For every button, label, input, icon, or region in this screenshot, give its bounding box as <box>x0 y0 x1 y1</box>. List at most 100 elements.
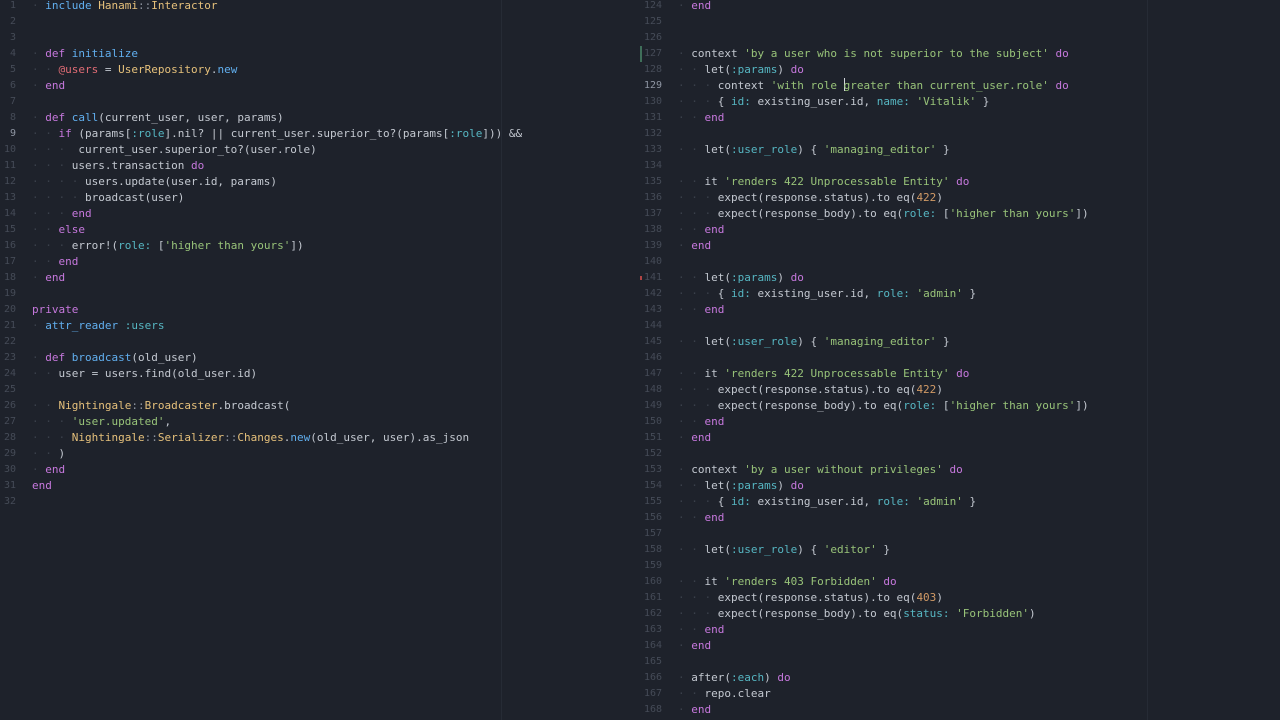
indent-guide: · · · <box>678 79 718 92</box>
code-line[interactable]: 163 · · end <box>640 622 1280 638</box>
code-line[interactable]: 21 · attr_reader :users <box>0 318 640 334</box>
code-line[interactable]: 145 · · let(:user_role) { 'managing_edito… <box>640 334 1280 350</box>
code-text: · · let(:params) do <box>678 270 804 286</box>
code-line[interactable]: 14 · · · end <box>0 206 640 222</box>
code-line[interactable]: 124 · end <box>640 0 1280 14</box>
code-line[interactable]: 128 · · let(:params) do <box>640 62 1280 78</box>
code-line[interactable]: 135 · · it 'renders 422 Unprocessable Ent… <box>640 174 1280 190</box>
code-token: :user_role <box>731 335 798 348</box>
code-line[interactable]: 28 · · · Nightingale::Serializer::Changes… <box>0 430 640 446</box>
code-line[interactable]: 161 · · · expect(response.status).to eq(4… <box>640 590 1280 606</box>
code-line[interactable]: 24 · · user = users.find(old_user.id) <box>0 366 640 382</box>
code-line[interactable]: 7 <box>0 94 640 110</box>
code-line[interactable]: 20 private <box>0 302 640 318</box>
code-text: · · end <box>678 110 724 126</box>
code-line[interactable]: 138 · · end <box>640 222 1280 238</box>
code-line[interactable]: 153 · context 'by a user without privileg… <box>640 462 1280 478</box>
code-line[interactable]: 13 · · · · broadcast(user) <box>0 190 640 206</box>
code-line[interactable]: 137 · · · expect(response_body).to eq(rol… <box>640 206 1280 222</box>
code-line[interactable]: 125 <box>640 14 1280 30</box>
code-line[interactable]: 12 · · · · users.update(user.id, params) <box>0 174 640 190</box>
code-line[interactable]: 158 · · let(:user_role) { 'editor' } <box>640 542 1280 558</box>
code-token: existing_user.id, <box>750 95 877 108</box>
code-line[interactable]: 1 · include Hanami::Interactor <box>0 0 640 14</box>
code-line[interactable]: 141 · · let(:params) do <box>640 270 1280 286</box>
code-line[interactable]: 18 · end <box>0 270 640 286</box>
code-line[interactable]: 131 · · end <box>640 110 1280 126</box>
code-line[interactable]: 166 · after(:each) do <box>640 670 1280 686</box>
code-token: end <box>704 111 725 124</box>
code-line[interactable]: 30 · end <box>0 462 640 478</box>
editor-pane-left[interactable]: 1 · include Hanami::Interactor23 4 · def in… <box>0 0 640 720</box>
code-line[interactable]: 19 <box>0 286 640 302</box>
code-line[interactable]: 129 · · · context 'with role greater than… <box>640 78 1280 94</box>
code-line[interactable]: 157 <box>640 526 1280 542</box>
code-line[interactable]: 27 · · · 'user.updated', <box>0 414 640 430</box>
code-token: expect(response.status).to eq( <box>717 191 917 204</box>
code-line[interactable]: 148 · · · expect(response.status).to eq(4… <box>640 382 1280 398</box>
code-line[interactable]: 9 · · if (params[:role].nil? || current_u… <box>0 126 640 142</box>
code-line[interactable]: 8 · def call(current_user, user, params) <box>0 110 640 126</box>
code-line[interactable]: 10 · · · current_user.superior_to?(user.r… <box>0 142 640 158</box>
line-number: 2 <box>9 16 16 27</box>
code-line[interactable]: 143 · · end <box>640 302 1280 318</box>
code-line[interactable]: 29 · · ) <box>0 446 640 462</box>
code-token: end <box>704 223 725 236</box>
code-line[interactable]: 6 · end <box>0 78 640 94</box>
code-line[interactable]: 4 · def initialize <box>0 46 640 62</box>
code-line[interactable]: 167 · · repo.clear <box>640 686 1280 702</box>
code-line[interactable]: 160 · · it 'renders 403 Forbidden' do <box>640 574 1280 590</box>
code-line[interactable]: 26 · · Nightingale::Broadcaster.broadcast… <box>0 398 640 414</box>
code-line[interactable]: 149 · · · expect(response_body).to eq(rol… <box>640 398 1280 414</box>
code-line[interactable]: 132 <box>640 126 1280 142</box>
code-line[interactable]: 11 · · · users.transaction do <box>0 158 640 174</box>
code-line[interactable]: 147 · · it 'renders 422 Unprocessable Ent… <box>640 366 1280 382</box>
indent-guide: · · <box>32 399 59 412</box>
code-line[interactable]: 15 · · else <box>0 222 640 238</box>
code-line[interactable]: 146 <box>640 350 1280 366</box>
code-line[interactable]: 168 · end <box>640 702 1280 718</box>
code-line[interactable]: 155 · · · { id: existing_user.id, role: '… <box>640 494 1280 510</box>
code-text: · · · error!(role: ['higher than yours']… <box>32 238 304 254</box>
code-line[interactable]: 144 <box>640 318 1280 334</box>
code-line[interactable]: 152 <box>640 446 1280 462</box>
code-line[interactable]: 151 · end <box>640 430 1280 446</box>
code-text: · · repo.clear <box>678 686 771 702</box>
editor-pane-right[interactable]: 124 · end 125 126 127 · context 'by a user wh… <box>640 0 1280 720</box>
code-line[interactable]: 156 · · end <box>640 510 1280 526</box>
code-editor[interactable]: 1 · include Hanami::Interactor23 4 · def in… <box>0 0 1280 720</box>
line-number: 31 <box>3 480 16 491</box>
code-line[interactable]: 150 · · end <box>640 414 1280 430</box>
code-line[interactable]: 139 · end <box>640 238 1280 254</box>
code-line[interactable]: 159 <box>640 558 1280 574</box>
code-line[interactable]: 140 <box>640 254 1280 270</box>
code-line[interactable]: 133 · · let(:user_role) { 'managing_edito… <box>640 142 1280 158</box>
code-line[interactable]: 165 <box>640 654 1280 670</box>
code-line[interactable]: 2 <box>0 14 640 30</box>
code-line[interactable]: 23 · def broadcast(old_user) <box>0 350 640 366</box>
code-line[interactable]: 154 · · let(:params) do <box>640 478 1280 494</box>
code-line[interactable]: 25 <box>0 382 640 398</box>
code-line[interactable]: 134 <box>640 158 1280 174</box>
code-token: broadcast(user) <box>84 191 185 204</box>
code-line[interactable]: 5 · · @users = UserRepository.new <box>0 62 640 78</box>
code-token: error!( <box>71 239 119 252</box>
code-token: id: <box>731 287 751 300</box>
code-line[interactable]: 3 <box>0 30 640 46</box>
code-token: ) <box>58 447 66 460</box>
code-line[interactable]: 164 · end <box>640 638 1280 654</box>
code-line[interactable]: 127 · context 'by a user who is not super… <box>640 46 1280 62</box>
indent-guide: · <box>32 0 46 12</box>
code-line[interactable]: 32 <box>0 494 640 510</box>
code-line[interactable]: 16 · · · error!(role: ['higher than yours… <box>0 238 640 254</box>
code-line[interactable]: 126 <box>640 30 1280 46</box>
code-line[interactable]: 130 · · · { id: existing_user.id, name: '… <box>640 94 1280 110</box>
code-line[interactable]: 162 · · · expect(response_body).to eq(sta… <box>640 606 1280 622</box>
code-line[interactable]: 31 end <box>0 478 640 494</box>
code-line[interactable]: 142 · · · { id: existing_user.id, role: '… <box>640 286 1280 302</box>
code-token: let( <box>704 271 732 284</box>
code-line[interactable]: 22 <box>0 334 640 350</box>
code-line[interactable]: 136 · · · expect(response.status).to eq(4… <box>640 190 1280 206</box>
code-line[interactable]: 17 · · end <box>0 254 640 270</box>
code-token: 422 <box>916 191 937 204</box>
